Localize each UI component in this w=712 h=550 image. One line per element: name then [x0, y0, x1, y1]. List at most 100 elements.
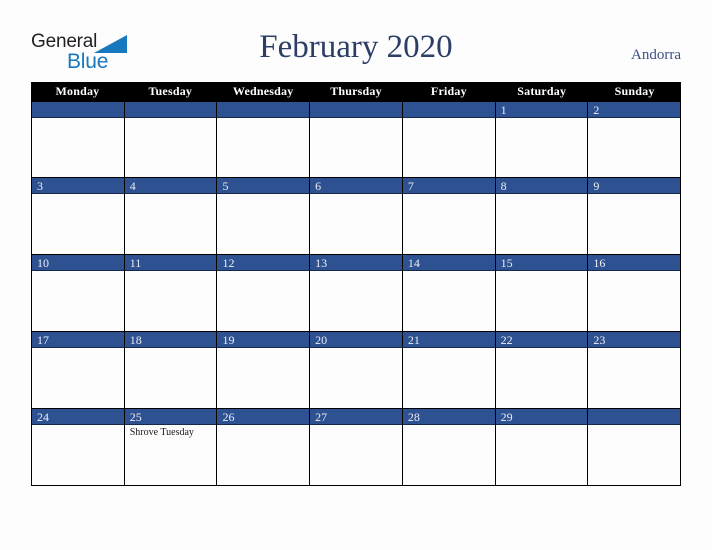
day-number-bar: 25: [124, 409, 217, 425]
day-events: [32, 271, 124, 273]
calendar-day-cell[interactable]: 28: [402, 409, 496, 485]
calendar-day-cell[interactable]: 8: [495, 178, 589, 254]
weekday-header-row: Monday Tuesday Wednesday Thursday Friday…: [31, 82, 681, 101]
calendar-day-cell[interactable]: 18: [124, 332, 218, 408]
day-number-bar: [588, 409, 681, 425]
day-number-bar: 10: [32, 255, 124, 271]
calendar-day-cell[interactable]: 24: [32, 409, 125, 485]
calendar-day-cell[interactable]: 16: [588, 255, 682, 331]
weekday-saturday: Saturday: [517, 84, 567, 98]
day-number-bar: 1: [495, 102, 588, 118]
day-number: 6: [315, 179, 322, 193]
day-events: [310, 348, 402, 350]
day-number-bar: [124, 102, 217, 118]
calendar-day-cell[interactable]: 25 Shrove Tuesday: [124, 409, 218, 485]
day-number-bar: 8: [495, 178, 588, 194]
day-number-bar: 22: [495, 332, 588, 348]
calendar-page: General Blue February 2020 Andorra Monda…: [0, 0, 712, 550]
day-number-bar: [217, 102, 310, 118]
day-events: [588, 271, 680, 273]
calendar-day-cell[interactable]: 14: [402, 255, 496, 331]
day-events: [32, 425, 124, 427]
day-events: [403, 118, 495, 120]
calendar-week-row: 17 18 19 20 21 22 23: [31, 332, 682, 409]
calendar-day-cell[interactable]: 4: [124, 178, 218, 254]
calendar-day-cell[interactable]: 20: [310, 332, 403, 408]
calendar-day-cell[interactable]: 21: [402, 332, 496, 408]
day-events: [588, 118, 680, 120]
calendar-day-cell[interactable]: [588, 409, 682, 485]
day-number: 23: [593, 333, 606, 347]
day-events: [310, 118, 402, 120]
day-number: 28: [407, 410, 420, 424]
day-number-bar: 13: [310, 255, 402, 271]
calendar-day-cell[interactable]: 17: [32, 332, 125, 408]
calendar-week-row: 10 11 12 13 14 15 16: [31, 255, 682, 332]
day-number-bar: 23: [588, 332, 681, 348]
day-number: 26: [222, 410, 235, 424]
day-number: 12: [222, 256, 235, 270]
calendar-day-cell[interactable]: 10: [32, 255, 125, 331]
calendar-day-cell[interactable]: 29: [495, 409, 589, 485]
day-events: [403, 348, 495, 350]
day-events: [403, 425, 495, 427]
day-number-bar: 5: [217, 178, 310, 194]
day-number: 13: [315, 256, 328, 270]
day-events: [217, 118, 309, 120]
day-events: [588, 425, 680, 427]
calendar-day-cell[interactable]: 5: [217, 178, 311, 254]
page-header: General Blue February 2020 Andorra: [0, 0, 712, 82]
day-events: [32, 348, 124, 350]
calendar-day-cell[interactable]: 6: [310, 178, 403, 254]
calendar-day-cell[interactable]: 13: [310, 255, 403, 331]
calendar-day-cell[interactable]: 3: [32, 178, 125, 254]
day-number-bar: 27: [310, 409, 402, 425]
day-number-bar: 19: [217, 332, 310, 348]
calendar-weeks: 1 2 3 4 5 6 7 8 9 10 11 12 13 14 15 16 17 18 19 20 21 22 23 24 2…: [31, 101, 682, 486]
day-events: Shrove Tuesday: [125, 425, 217, 439]
day-number: 10: [37, 256, 49, 270]
calendar-day-cell[interactable]: [402, 102, 496, 177]
day-events: [125, 271, 217, 273]
calendar-day-cell[interactable]: 26: [217, 409, 311, 485]
day-number: 15: [500, 256, 513, 270]
day-events: [496, 194, 588, 196]
day-events: [125, 348, 217, 350]
day-number: 3: [37, 179, 43, 193]
day-number: 22: [500, 333, 513, 347]
calendar-day-cell[interactable]: 27: [310, 409, 403, 485]
calendar-week-row: 3 4 5 6 7 8 9: [31, 178, 682, 255]
day-number-bar: [402, 102, 495, 118]
calendar-day-cell[interactable]: 22: [495, 332, 589, 408]
day-number-bar: 9: [588, 178, 681, 194]
calendar-day-cell[interactable]: 23: [588, 332, 682, 408]
day-number: 24: [37, 410, 49, 424]
calendar-day-cell[interactable]: [217, 102, 311, 177]
calendar-day-cell[interactable]: 11: [124, 255, 218, 331]
country-label: Andorra: [631, 47, 681, 63]
page-title: February 2020: [259, 29, 453, 65]
calendar-day-cell[interactable]: [124, 102, 218, 177]
day-number-bar: 29: [495, 409, 588, 425]
calendar-day-cell[interactable]: [32, 102, 125, 177]
day-events: [496, 118, 588, 120]
calendar-day-cell[interactable]: [310, 102, 403, 177]
calendar-day-cell[interactable]: 19: [217, 332, 311, 408]
calendar-day-cell[interactable]: 7: [402, 178, 496, 254]
day-events: [125, 118, 217, 120]
calendar-day-cell[interactable]: 2: [588, 102, 682, 177]
day-number: 7: [407, 179, 414, 193]
day-events: [310, 194, 402, 196]
day-number-bar: 2: [588, 102, 681, 118]
calendar-day-cell[interactable]: 12: [217, 255, 311, 331]
calendar-day-cell[interactable]: 15: [495, 255, 589, 331]
day-events: [496, 425, 588, 427]
day-events: [496, 348, 588, 350]
calendar-day-cell[interactable]: 9: [588, 178, 682, 254]
day-events: [217, 425, 309, 427]
calendar-day-cell[interactable]: 1: [495, 102, 589, 177]
day-events: [32, 118, 124, 120]
day-number-bar: 15: [495, 255, 588, 271]
day-events: [310, 271, 402, 273]
day-number-bar: [32, 102, 124, 118]
